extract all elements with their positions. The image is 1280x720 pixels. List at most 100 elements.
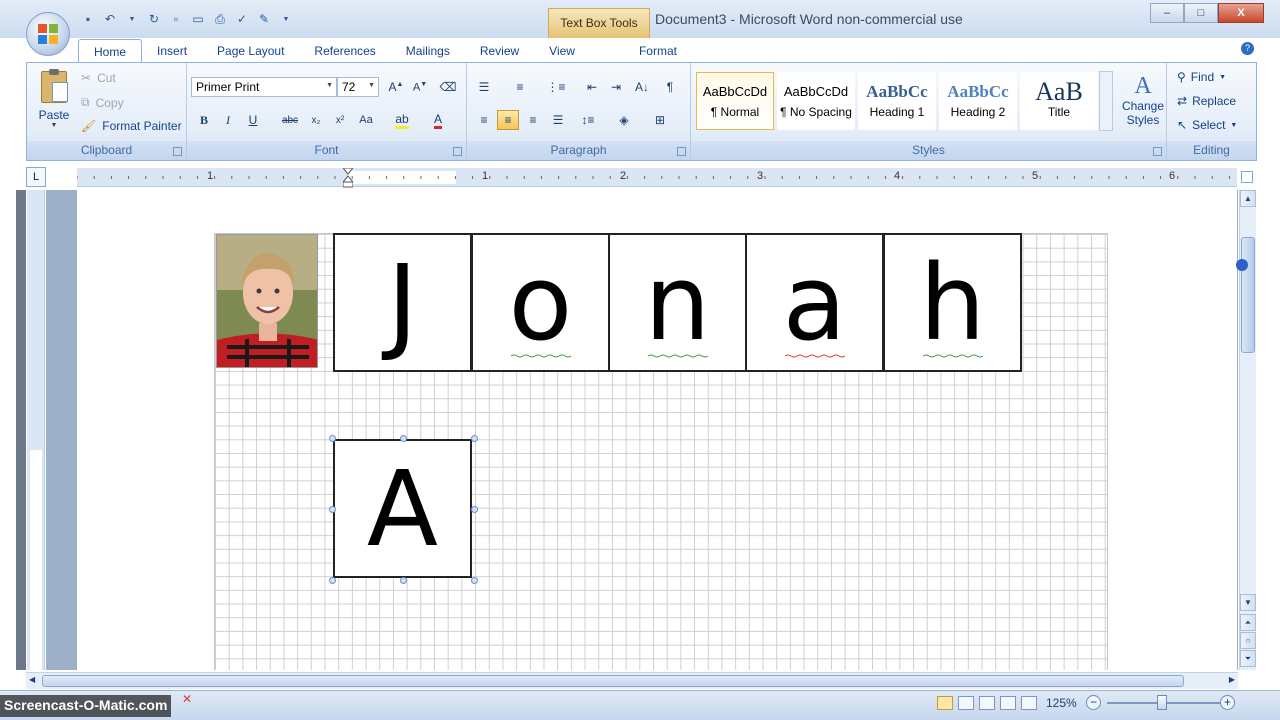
web-layout-view-icon[interactable] [979, 696, 995, 710]
new-document-icon[interactable]: ▫ [168, 11, 184, 27]
replace-button[interactable]: ⇄ Replace [1177, 94, 1236, 108]
tab-page-layout[interactable]: Page Layout [202, 39, 299, 63]
copy-button[interactable]: ⧉ Copy [81, 95, 124, 110]
zoom-out-button[interactable]: − [1086, 695, 1101, 710]
resize-handle[interactable] [400, 577, 407, 584]
minimize-button[interactable]: – [1150, 3, 1184, 23]
office-button[interactable] [26, 12, 70, 56]
font-name-combo[interactable]: Primer Print ▼ [191, 77, 337, 97]
font-color-button[interactable]: A [427, 110, 449, 130]
clipboard-launcher-icon[interactable] [173, 147, 182, 156]
previous-page-button[interactable]: ⏶ [1240, 614, 1256, 631]
arrow-right-icon[interactable]: ▶ [1229, 675, 1235, 684]
vertical-scroll-thumb[interactable] [1241, 237, 1255, 353]
strikethrough-button[interactable]: abc [279, 110, 301, 130]
style-heading-2[interactable]: AaBbCc Heading 2 [939, 72, 1017, 130]
zoom-level[interactable]: 125% [1046, 696, 1077, 710]
style-title[interactable]: AaB Title [1020, 72, 1098, 130]
change-styles-button[interactable]: A Change Styles [1121, 73, 1165, 127]
zoom-slider-thumb[interactable] [1157, 695, 1167, 710]
letter-box-n[interactable]: n [608, 233, 747, 372]
resize-handle[interactable] [471, 577, 478, 584]
letter-box-a[interactable]: a [745, 233, 884, 372]
borders-button[interactable]: ⊞ [649, 110, 671, 130]
format-painter-button[interactable]: 🖌 Format Painter [81, 119, 182, 133]
resize-handle[interactable] [471, 506, 478, 513]
align-right-button[interactable]: ≡ [522, 110, 544, 130]
styles-gallery-scroll[interactable] [1099, 71, 1113, 131]
indent-marker-icon[interactable] [343, 168, 353, 188]
horizontal-scrollbar[interactable]: ◀ ▶ [26, 672, 1238, 689]
resize-handle[interactable] [329, 506, 336, 513]
bold-button[interactable]: B [193, 110, 215, 130]
scroll-down-button[interactable]: ▼ [1240, 594, 1256, 611]
bullets-button[interactable]: ☰ [473, 77, 495, 97]
justify-button[interactable]: ☰ [547, 110, 569, 130]
paragraph-launcher-icon[interactable] [677, 147, 686, 156]
multilevel-list-button[interactable]: ⋮≡ [545, 77, 567, 97]
customize-qat-icon[interactable]: ▼ [278, 11, 294, 27]
scroll-up-button[interactable]: ▲ [1240, 190, 1256, 207]
resize-handle[interactable] [329, 577, 336, 584]
find-button[interactable]: ⚲ Find ▼ [1177, 70, 1226, 84]
edit-icon[interactable]: ✎ [256, 11, 272, 27]
tab-home[interactable]: Home [78, 39, 143, 63]
tab-selector[interactable]: L [26, 167, 46, 187]
styles-launcher-icon[interactable] [1153, 147, 1162, 156]
tab-insert[interactable]: Insert [142, 39, 202, 63]
letter-box-o[interactable]: o [471, 233, 610, 372]
tab-mailings[interactable]: Mailings [391, 39, 465, 63]
maximize-button[interactable]: □ [1184, 3, 1218, 23]
tab-references[interactable]: References [299, 39, 390, 63]
horizontal-ruler[interactable]: 1 1 2 3 4 5 6 [77, 168, 1237, 188]
outline-view-icon[interactable] [1000, 696, 1016, 710]
view-ruler-icon[interactable] [1241, 171, 1253, 183]
resize-handle[interactable] [471, 435, 478, 442]
tab-format[interactable]: Format [624, 39, 692, 63]
save-icon[interactable]: ▪ [80, 11, 96, 27]
grow-font-button[interactable]: A▲ [385, 77, 407, 97]
decrease-indent-button[interactable]: ⇤ [581, 77, 603, 97]
redo-icon[interactable]: ↻ [146, 11, 162, 27]
resize-handle[interactable] [329, 435, 336, 442]
highlight-button[interactable]: ab [391, 110, 413, 130]
resize-handle[interactable] [400, 435, 407, 442]
superscript-button[interactable]: x² [329, 110, 351, 130]
zoom-in-button[interactable]: + [1220, 695, 1235, 710]
subscript-button[interactable]: x₂ [305, 110, 327, 130]
select-browse-object-button[interactable]: ○ [1240, 632, 1256, 649]
sort-button[interactable]: A↓ [631, 77, 653, 97]
italic-button[interactable]: I [217, 110, 239, 130]
underline-button[interactable]: U [242, 110, 264, 130]
font-launcher-icon[interactable] [453, 147, 462, 156]
document-page[interactable]: J o n a h A [77, 190, 1237, 670]
clear-formatting-button[interactable]: ⌫ [437, 77, 459, 97]
shading-button[interactable]: ◈ [613, 110, 635, 130]
print-icon[interactable]: ⎙ [212, 11, 228, 27]
font-size-combo[interactable]: 72 ▼ [337, 77, 379, 97]
close-button[interactable]: X [1218, 3, 1264, 23]
letter-box-j[interactable]: J [333, 233, 472, 372]
numbering-button[interactable]: ≡ [509, 77, 531, 97]
full-screen-reading-view-icon[interactable] [958, 696, 974, 710]
tab-review[interactable]: Review [465, 39, 534, 63]
spelling-icon[interactable]: ✓ [234, 11, 250, 27]
align-center-button[interactable]: ≡ [497, 110, 519, 130]
draft-view-icon[interactable] [1021, 696, 1037, 710]
align-left-button[interactable]: ≡ [473, 110, 495, 130]
tab-view[interactable]: View [534, 39, 590, 63]
undo-dropdown-icon[interactable]: ▼ [124, 11, 140, 27]
help-icon[interactable]: ? [1241, 42, 1254, 55]
print-layout-view-icon[interactable] [937, 696, 953, 710]
select-button[interactable]: ↖ Select ▼ [1177, 118, 1237, 132]
style-heading-1[interactable]: AaBbCc Heading 1 [858, 72, 936, 130]
style-no-spacing[interactable]: AaBbCcDd ¶ No Spacing [777, 72, 855, 130]
undo-icon[interactable]: ↶ [102, 11, 118, 27]
open-icon[interactable]: ▭ [190, 11, 206, 27]
horizontal-scroll-thumb[interactable] [42, 675, 1184, 687]
cut-button[interactable]: ✂ Cut [81, 71, 116, 85]
style-normal[interactable]: AaBbCcDd ¶ Normal [696, 72, 774, 130]
vertical-ruler[interactable] [27, 190, 45, 670]
letter-box-h[interactable]: h [883, 233, 1022, 372]
paste-button[interactable]: Paste ▼ [37, 69, 71, 129]
